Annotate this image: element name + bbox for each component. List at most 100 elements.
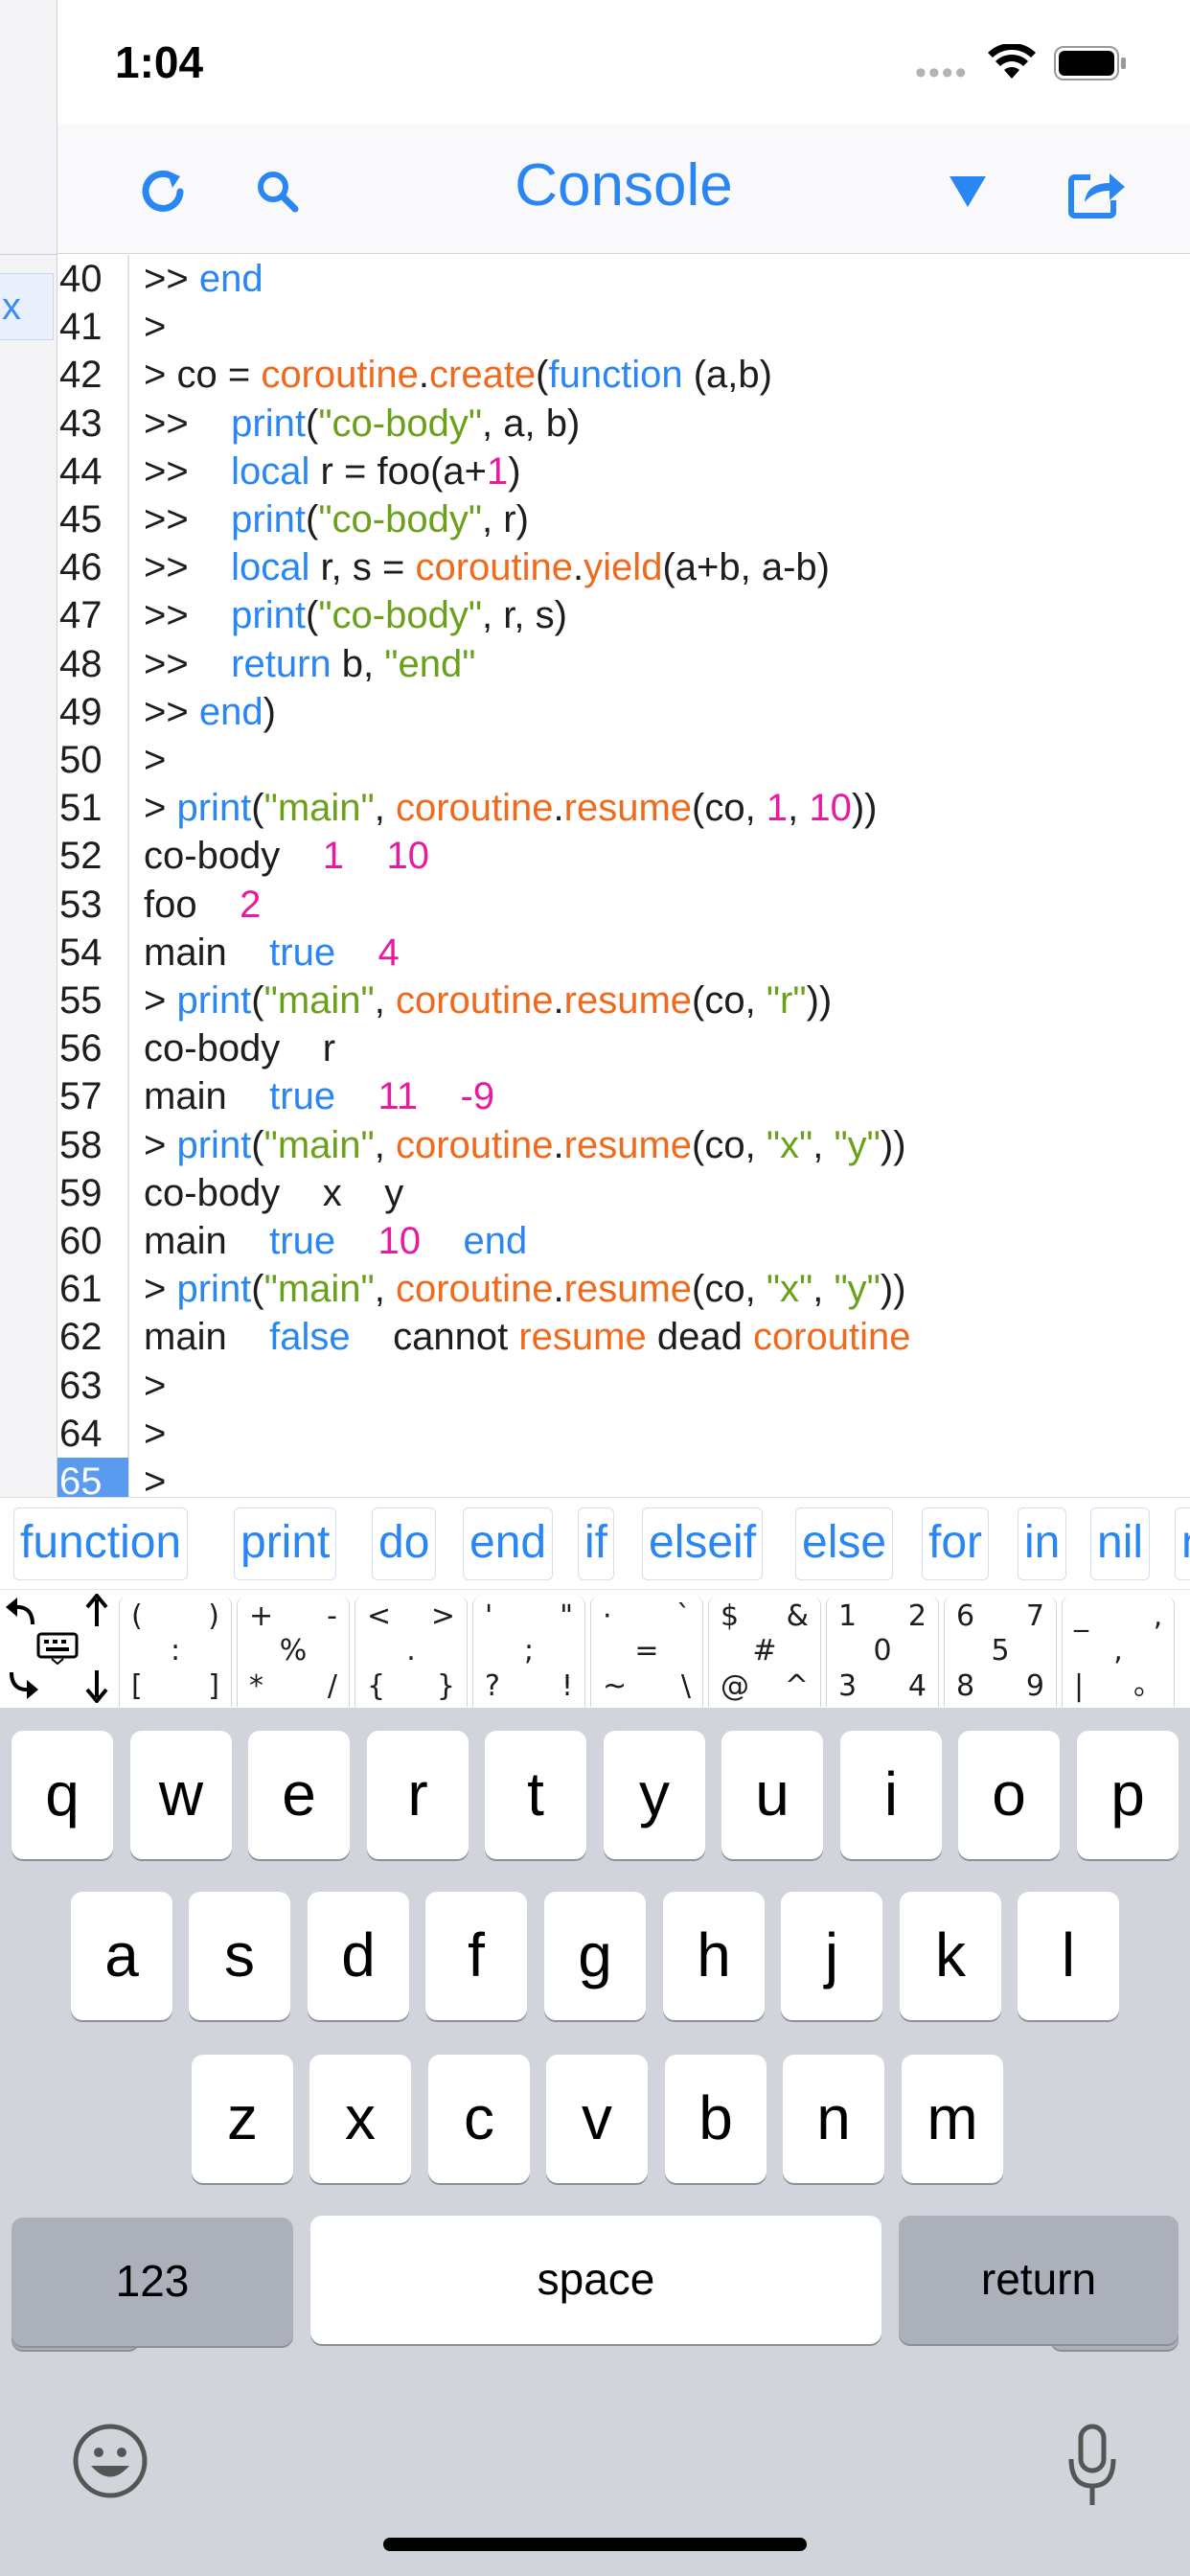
key-d[interactable]: d bbox=[308, 1892, 409, 2020]
suggestion-chip[interactable]: function bbox=[13, 1507, 189, 1580]
symbol-char: : bbox=[170, 1634, 181, 1668]
key-f[interactable]: f bbox=[425, 1892, 527, 2020]
symbol-char: | bbox=[1074, 1669, 1085, 1703]
code-token: >> bbox=[144, 642, 232, 685]
line-number: 58 bbox=[59, 1123, 103, 1166]
key-a[interactable]: a bbox=[71, 1892, 172, 2020]
symbol-char: ' bbox=[485, 1599, 493, 1633]
dropdown-triangle-icon[interactable] bbox=[929, 153, 1006, 230]
key-i[interactable]: i bbox=[840, 1731, 942, 1859]
code-token: ( bbox=[251, 787, 264, 830]
arrow-down-icon[interactable] bbox=[84, 1668, 109, 1703]
key-b[interactable]: b bbox=[665, 2055, 767, 2183]
suggestion-chip[interactable]: print bbox=[234, 1507, 337, 1580]
key-v[interactable]: v bbox=[546, 2055, 648, 2183]
line-text: main true 11 -9 bbox=[144, 1072, 494, 1120]
code-token: > bbox=[144, 739, 167, 781]
key-l[interactable]: l bbox=[1018, 1892, 1119, 2020]
key-h[interactable]: h bbox=[663, 1892, 765, 2020]
left-panel-close-tab[interactable]: x bbox=[0, 273, 54, 340]
line-number: 57 bbox=[59, 1075, 103, 1118]
suggestion-chip[interactable]: n bbox=[1175, 1507, 1190, 1580]
key-n[interactable]: n bbox=[783, 2055, 884, 2183]
code-token: end bbox=[198, 690, 263, 733]
key-g[interactable]: g bbox=[544, 1892, 646, 2020]
left-panel-divider bbox=[0, 254, 57, 255]
symbol-key[interactable]: ' ";?! bbox=[472, 1596, 585, 1707]
console-output[interactable]: 40 >> end 41 >42 > co = coroutine.create(fun… bbox=[57, 255, 1190, 1506]
share-icon[interactable] bbox=[1059, 153, 1135, 230]
symbol-key[interactable]: · ` = ~ \ bbox=[590, 1596, 703, 1707]
suggestion-chip[interactable]: for bbox=[922, 1507, 990, 1580]
suggestion-chip[interactable]: if bbox=[578, 1507, 614, 1580]
symbol-char: 。 bbox=[1133, 1668, 1162, 1702]
symbol-char: & bbox=[786, 1599, 809, 1633]
line-text: co-body x y bbox=[144, 1169, 403, 1217]
code-token: ( bbox=[305, 498, 319, 540]
key-z[interactable]: z bbox=[192, 2055, 293, 2183]
code-token: . bbox=[553, 787, 564, 830]
key-u[interactable]: u bbox=[721, 1731, 823, 1859]
numbers-key[interactable]: 123 bbox=[11, 2218, 293, 2346]
return-key[interactable]: return bbox=[899, 2216, 1179, 2344]
symbol-key[interactable]: + -% * / bbox=[237, 1596, 350, 1707]
code-token: ( bbox=[251, 979, 264, 1022]
key-m[interactable]: m bbox=[902, 2055, 1003, 2183]
key-t[interactable]: t bbox=[485, 1731, 586, 1859]
key-j[interactable]: j bbox=[781, 1892, 882, 2020]
code-token: (co, bbox=[692, 979, 767, 1022]
microphone-icon[interactable] bbox=[1064, 2423, 1121, 2509]
symbol-key[interactable]: _ ‚, |。 bbox=[1062, 1596, 1175, 1707]
symbol-char: ; bbox=[523, 1634, 535, 1668]
code-token: (a+b, a-b) bbox=[662, 546, 830, 589]
suggestion-chip[interactable]: nil bbox=[1090, 1507, 1151, 1580]
symbol-char: 0 bbox=[873, 1634, 892, 1668]
code-token: )) bbox=[880, 1123, 906, 1166]
symbol-char: _ bbox=[1074, 1599, 1088, 1633]
code-token: coroutine bbox=[261, 354, 419, 397]
key-p[interactable]: p bbox=[1077, 1731, 1179, 1859]
symbol-key[interactable]: (): [] bbox=[119, 1596, 232, 1707]
code-token: >> bbox=[144, 402, 232, 445]
suggestion-chip[interactable]: elseif bbox=[642, 1507, 764, 1580]
code-token: "co-body" bbox=[318, 498, 483, 540]
symbol-key[interactable]: 6 758 9 bbox=[944, 1596, 1057, 1707]
key-o[interactable]: o bbox=[958, 1731, 1060, 1859]
symbol-char: # bbox=[752, 1634, 777, 1668]
code-token: > bbox=[144, 1364, 167, 1407]
symbol-char: 4 bbox=[907, 1669, 927, 1703]
key-x[interactable]: x bbox=[309, 2055, 411, 2183]
code-token: . bbox=[553, 1268, 564, 1311]
undo-icon[interactable] bbox=[4, 1596, 40, 1628]
key-y[interactable]: y bbox=[604, 1731, 705, 1859]
suggestion-chip[interactable]: do bbox=[372, 1507, 437, 1580]
suggestion-chip[interactable]: else bbox=[795, 1507, 894, 1580]
key-r[interactable]: r bbox=[367, 1731, 469, 1859]
line-number: 41 bbox=[59, 306, 103, 349]
code-token: print bbox=[176, 1123, 252, 1166]
key-e[interactable]: e bbox=[248, 1731, 350, 1859]
suggestion-chip[interactable]: end bbox=[463, 1507, 554, 1580]
code-token: true bbox=[269, 1220, 336, 1262]
arrow-up-icon[interactable] bbox=[84, 1594, 109, 1628]
key-q[interactable]: q bbox=[11, 1731, 113, 1859]
symbol-key[interactable]: $ & # @ ^ bbox=[708, 1596, 821, 1707]
symbol-key[interactable]: 1 203 4 bbox=[826, 1596, 939, 1707]
key-c[interactable]: c bbox=[428, 2055, 530, 2183]
emoji-icon[interactable] bbox=[72, 2423, 149, 2499]
key-k[interactable]: k bbox=[900, 1892, 1001, 2020]
keyboard-hide-icon[interactable] bbox=[36, 1632, 79, 1665]
code-token: yield bbox=[584, 546, 663, 589]
key-w[interactable]: w bbox=[130, 1731, 232, 1859]
line-number: 44 bbox=[59, 449, 103, 493]
line-text: >> print("co-body", a, b) bbox=[144, 400, 580, 448]
space-key[interactable]: space bbox=[310, 2216, 881, 2344]
code-token: print bbox=[231, 498, 306, 540]
symbol-key[interactable]: < >. {} bbox=[355, 1596, 468, 1707]
line-text: > co = coroutine.create(function (a,b) bbox=[144, 351, 772, 399]
redo-icon[interactable] bbox=[4, 1668, 40, 1701]
symbol-char: / bbox=[327, 1669, 337, 1703]
key-s[interactable]: s bbox=[189, 1892, 290, 2020]
code-token: ( bbox=[251, 1268, 264, 1311]
suggestion-chip[interactable]: in bbox=[1018, 1507, 1067, 1580]
